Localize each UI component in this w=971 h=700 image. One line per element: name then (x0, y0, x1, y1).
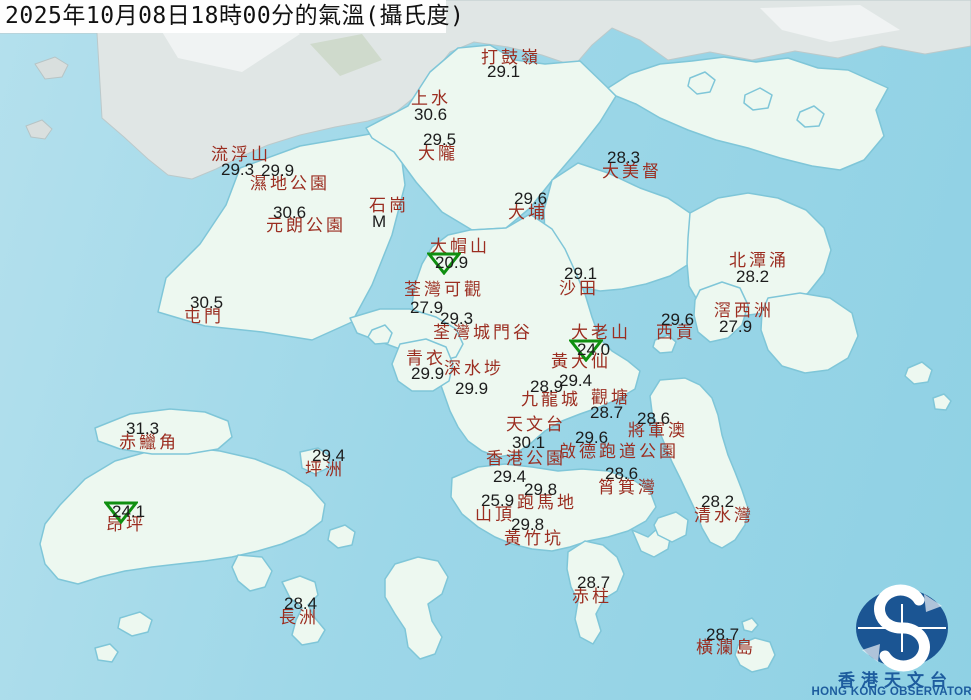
station-temp-value: 28.7 (577, 574, 610, 591)
station-temp-value: 24.0 (577, 341, 610, 358)
station-name-label: 荃灣可觀 (404, 281, 484, 299)
station-temp-value: 29.1 (564, 265, 597, 282)
station-temp-value: 27.9 (719, 318, 752, 335)
station-temp-value: 29.4 (312, 447, 345, 464)
station-name-label: 香港公園 (486, 450, 566, 468)
station-temp-value: 28.6 (637, 410, 670, 427)
station-temp-value: 30.6 (414, 106, 447, 123)
station-name-label: 深水埗 (444, 360, 504, 378)
station-temp-value: 31.3 (126, 420, 159, 437)
station-temp-value: 20.9 (435, 254, 468, 271)
station-temp-value: 28.7 (590, 404, 623, 421)
station-temp-value: 28.3 (607, 149, 640, 166)
station-temp-value: 29.3 (440, 310, 473, 327)
station-temp-value: 29.5 (423, 131, 456, 148)
weather-map: 2025年10月08日18時00分的氣溫(攝氏度) 打鼓嶺29.1上水30.6大… (0, 0, 971, 700)
station-temp-value: 29.6 (514, 190, 547, 207)
station-temp-value: 28.2 (701, 493, 734, 510)
station-temp-value: 30.6 (273, 204, 306, 221)
station-temp-value: 30.5 (190, 294, 223, 311)
station-temp-value: 29.4 (559, 372, 592, 389)
station-temp-value: 29.6 (661, 311, 694, 328)
station-temp-value: 28.7 (706, 626, 739, 643)
station-temp-value: 29.6 (575, 429, 608, 446)
station-temp-value: 24.1 (112, 503, 145, 520)
station-name-label: 天文台 (506, 416, 566, 434)
hko-logo: 香港天文台 HONG KONG OBSERVATORY (820, 560, 971, 700)
station-temp-value: 29.9 (455, 380, 488, 397)
station-temp-value: 28.9 (530, 378, 563, 395)
station-temp-value: 29.8 (511, 516, 544, 533)
station-temp-value: M (372, 213, 386, 230)
station-temp-value: 28.6 (605, 465, 638, 482)
logo-english-name: HONG KONG OBSERVATORY (808, 686, 971, 698)
station-temp-value: 29.9 (411, 365, 444, 382)
station-temp-value: 29.9 (261, 162, 294, 179)
station-temp-value: 28.2 (736, 268, 769, 285)
station-temp-value: 30.1 (512, 434, 545, 451)
station-temp-value: 29.3 (221, 161, 254, 178)
station-temp-value: 29.4 (493, 468, 526, 485)
station-temp-value: 25.9 (481, 492, 514, 509)
station-temp-value: 27.9 (410, 299, 443, 316)
station-temp-value: 29.1 (487, 63, 520, 80)
station-temp-value: 29.8 (524, 481, 557, 498)
station-temp-value: 28.4 (284, 595, 317, 612)
